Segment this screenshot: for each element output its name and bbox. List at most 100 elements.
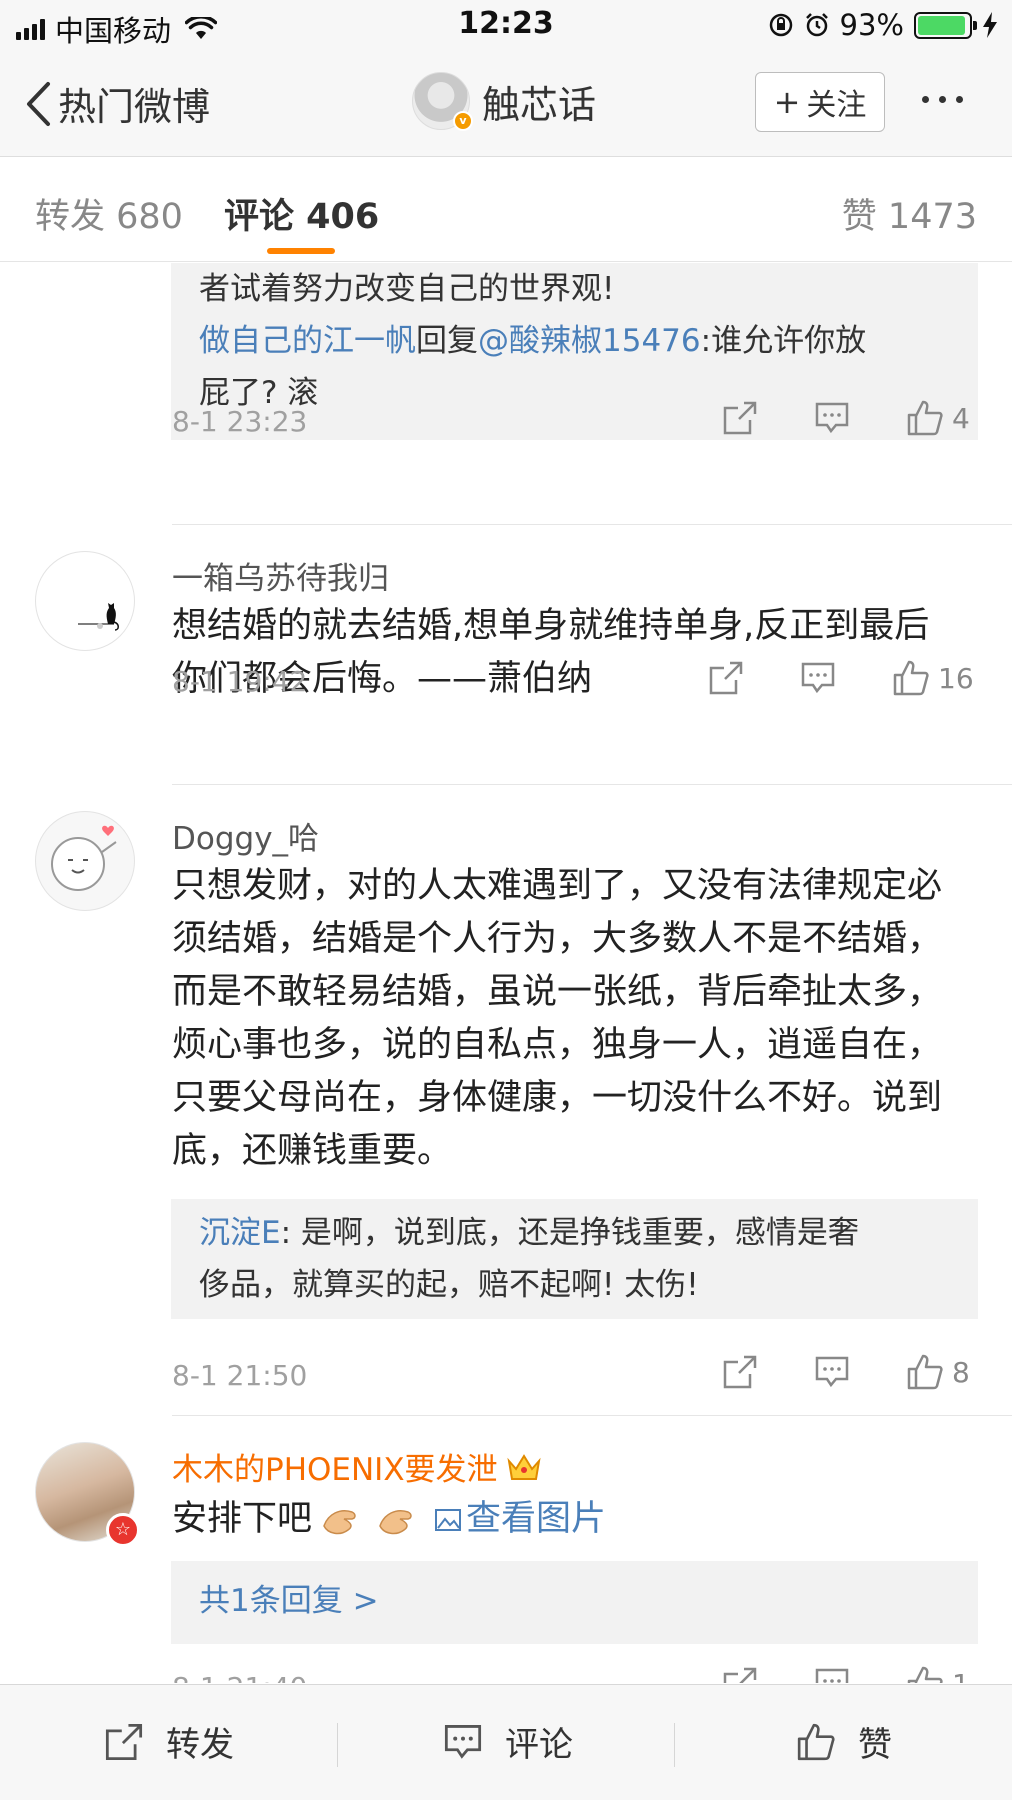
divider [172, 784, 1012, 785]
tab-bar: 转发 680 评论 406 赞 1473 [0, 158, 1012, 262]
author-header[interactable]: v 触芯话 [412, 72, 596, 131]
avatar[interactable]: ☆ [35, 1442, 140, 1547]
bottom-like-button[interactable]: 赞 [796, 1717, 892, 1766]
comment-list[interactable]: 者试着努力改变自己的世界观! 做自己的江一帆回复@酸辣椒15476:谁允许你放 … [0, 263, 1012, 1683]
repost-icon [105, 1723, 143, 1760]
nav-bar: 热门微博 v 触芯话 + 关注 [0, 50, 1012, 157]
repost-button[interactable] [722, 400, 758, 436]
comment-actions: 16 [708, 659, 974, 697]
status-bar: 中国移动 12:23 93% [0, 0, 1012, 50]
avatar[interactable] [35, 811, 135, 911]
back-label: 热门微博 [58, 85, 211, 129]
more-options-icon[interactable] [922, 96, 963, 103]
reply-word: 回复 [416, 323, 478, 359]
like-button[interactable]: 4 [906, 399, 970, 437]
like-button[interactable]: 1 [906, 1665, 970, 1683]
like-count: 4 [952, 401, 970, 435]
comment-line: 只要父母尚在，身体健康，一切没什么不好。说到 [172, 1078, 943, 1118]
reply-text: :谁允许你放 [700, 323, 867, 359]
comment-button[interactable] [814, 1354, 850, 1390]
thumbs-up-icon [907, 1354, 943, 1390]
like-count: 1 [952, 1668, 970, 1684]
bottom-comment-button[interactable]: 评论 [443, 1717, 573, 1766]
repost-icon [709, 661, 743, 695]
repost-button[interactable] [708, 660, 744, 696]
comment-button[interactable] [800, 660, 836, 696]
reply-username-link[interactable]: 做自己的江一帆 [199, 323, 416, 359]
tab-likes[interactable]: 赞 1473 [842, 188, 977, 239]
comment-username[interactable]: 一箱乌苏待我归 [172, 553, 389, 598]
clap-emoji-icon [379, 1509, 412, 1534]
like-button[interactable]: 8 [906, 1353, 970, 1391]
comment-line: 底，还赚钱重要。 [172, 1131, 453, 1171]
quote-line: 做自己的江一帆回复@酸辣椒15476:谁允许你放 [199, 315, 950, 367]
thumbs-up-icon [907, 1666, 943, 1683]
author-avatar[interactable]: v [412, 72, 473, 131]
like-count: 8 [952, 1355, 970, 1389]
comment-username[interactable]: Doggy_哈 [172, 813, 319, 858]
repost-icon [723, 1355, 757, 1389]
rotation-lock-icon [769, 13, 792, 37]
comment-text: 只想发财，对的人太难遇到了，又没有法律规定必 须结婚，结婚是个人行为，大多数人不… [172, 860, 992, 1178]
cartoon-face-avatar-icon [51, 825, 117, 891]
divider [172, 524, 1012, 525]
divider [337, 1723, 338, 1767]
verified-badge-icon: v [453, 111, 473, 131]
comment-line: 而是不敢轻易结婚，虽说一张纸，背后牵扯太多， [172, 972, 943, 1012]
bottom-repost-button[interactable]: 转发 [104, 1717, 234, 1766]
comment-line: 烦心事也多，说的自私点，独身一人，逍遥自在， [172, 1025, 943, 1065]
bottom-action-bar: 转发 评论 赞 [0, 1684, 1012, 1800]
divider [172, 1415, 1012, 1416]
comment-icon [815, 1668, 849, 1683]
reply-text: : 是啊，说到底，还是挣钱重要，感情是奢 [280, 1215, 859, 1251]
repost-icon [723, 1667, 757, 1683]
more-replies-link[interactable]: 共1条回复 > [199, 1583, 379, 1619]
comment-actions: 4 [722, 399, 970, 437]
comment-line: 须结婚，结婚是个人行为，大多数人不是不结婚， [172, 919, 943, 959]
clap-emoji-icon [323, 1509, 356, 1534]
repost-icon [723, 401, 757, 435]
battery-percent: 93% [839, 8, 904, 42]
comment-text: 安排下吧 查看图片 [172, 1493, 992, 1546]
repost-button[interactable] [722, 1666, 758, 1683]
chevron-left-icon [27, 81, 50, 126]
plus-icon: + [773, 83, 801, 121]
repost-button[interactable] [722, 1354, 758, 1390]
follow-label: 关注 [806, 88, 867, 123]
mention-link[interactable]: @酸辣椒15476 [478, 323, 701, 359]
reply-username-link[interactable]: 沉淀E [199, 1215, 281, 1251]
comment-time: 8-1 19:42 [172, 665, 308, 698]
charging-bolt-icon [983, 12, 997, 38]
crown-icon [506, 1453, 541, 1480]
comment-time: 8-1 23:23 [172, 405, 308, 438]
avatar[interactable] [35, 551, 135, 651]
comment-button[interactable] [814, 1666, 850, 1683]
comment-username[interactable]: 木木的PHOENIX要发泄 [172, 1444, 498, 1489]
more-replies-box[interactable]: 共1条回复 > [171, 1561, 978, 1644]
comment-line: 只想发财，对的人太难遇到了，又没有法律规定必 [172, 866, 943, 906]
comment-actions: 1 [722, 1665, 970, 1683]
battery-icon [914, 11, 977, 39]
comment-icon [815, 402, 849, 434]
like-count: 16 [938, 661, 974, 695]
comment-line: 想结婚的就去结婚,想单身就维持单身,反正到最后 [172, 606, 930, 646]
follow-button[interactable]: + 关注 [755, 72, 885, 132]
view-image-link[interactable]: 查看图片 [434, 1493, 606, 1546]
comment-actions: 8 [722, 1353, 970, 1391]
alarm-icon [805, 13, 828, 37]
comment-time: 8-1 21:50 [172, 1359, 308, 1392]
back-button[interactable]: 热门微博 [24, 76, 210, 131]
bottom-repost-label: 转发 [166, 1725, 234, 1765]
comment-button[interactable] [814, 400, 850, 436]
view-image-label: 查看图片 [466, 1499, 607, 1539]
reply-quote-box[interactable]: 沉淀E: 是啊，说到底，还是挣钱重要，感情是奢 侈品，就算买的起，赔不起啊! 太… [171, 1199, 978, 1319]
active-tab-indicator [267, 248, 335, 254]
thumbs-up-icon [797, 1723, 835, 1760]
thumbs-up-icon [907, 400, 943, 436]
tab-comments[interactable]: 评论 406 [224, 188, 379, 239]
quote-line: 侈品，就算买的起，赔不起啊! 太伤! [199, 1267, 699, 1303]
quote-line: 者试着努力改变自己的世界观! [199, 271, 615, 307]
like-button[interactable]: 16 [892, 659, 974, 697]
comment-icon [444, 1724, 482, 1759]
tab-reposts[interactable]: 转发 680 [35, 188, 183, 239]
